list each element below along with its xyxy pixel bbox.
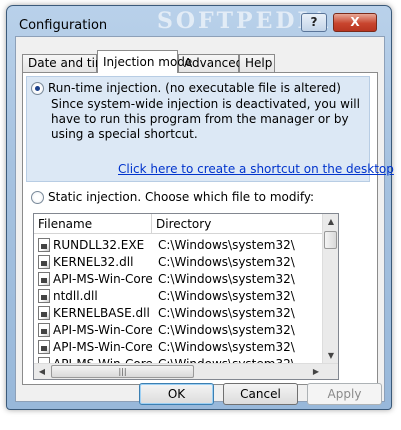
file-list[interactable]: Filename Directory RUNDLL32.EXE C:\Window… — [33, 213, 339, 380]
ok-button[interactable]: OK — [139, 383, 214, 405]
create-shortcut-link[interactable]: Click here to create a shortcut on the d… — [118, 162, 394, 176]
tab-injection-mode[interactable]: Injection mode — [97, 50, 192, 73]
runtime-injection-option[interactable]: Run-time injection. (no executable file … — [31, 81, 341, 95]
scroll-left-arrow-icon[interactable]: ◀ — [34, 364, 50, 379]
filename-cell: KERNEL32.dll — [53, 254, 134, 269]
filename-cell: RUNDLL32.EXE — [53, 237, 145, 252]
directory-cell: C:\Windows\system32\ — [158, 339, 295, 354]
close-button[interactable]: X — [333, 13, 377, 32]
filename-cell: API-MS-Win-Core-... — [53, 271, 152, 286]
runtime-injection-label: Run-time injection. (no executable file … — [48, 81, 341, 95]
scroll-up-arrow-icon[interactable]: ▲ — [323, 214, 338, 230]
table-row[interactable]: KERNELBASE.dll C:\Windows\system32\ — [34, 304, 324, 321]
help-button[interactable]: ? — [301, 13, 327, 32]
file-icon — [38, 254, 50, 269]
vertical-scroll-thumb[interactable] — [324, 231, 337, 249]
table-row[interactable]: RUNDLL32.EXE C:\Windows\system32\ — [34, 236, 324, 253]
file-icon — [38, 339, 50, 354]
directory-cell: C:\Windows\system32\ — [158, 237, 295, 252]
filename-cell: KERNELBASE.dll — [53, 305, 150, 320]
scroll-right-arrow-icon[interactable]: ▶ — [308, 364, 324, 379]
table-row[interactable]: ntdll.dll C:\Windows\system32\ — [34, 287, 324, 304]
file-list-header: Filename Directory — [34, 214, 324, 234]
table-row[interactable]: KERNEL32.dll C:\Windows\system32\ — [34, 253, 324, 270]
static-injection-label: Static injection. Choose which file to m… — [48, 190, 315, 204]
directory-cell: C:\Windows\system32\ — [158, 288, 295, 303]
cancel-button[interactable]: Cancel — [223, 383, 298, 405]
static-injection-radio[interactable] — [31, 190, 44, 204]
file-icon — [38, 271, 50, 286]
table-row[interactable]: API-MS-Win-Core-... C:\Windows\system32\ — [34, 321, 324, 338]
file-list-rows: RUNDLL32.EXE C:\Windows\system32\ KERNEL3… — [34, 236, 324, 372]
horizontal-scroll-thumb[interactable]: ||| — [51, 365, 194, 378]
runtime-injection-radio[interactable] — [31, 81, 44, 95]
directory-cell: C:\Windows\system32\ — [158, 254, 295, 269]
vertical-scrollbar[interactable]: ▲ ▼ — [322, 214, 338, 364]
column-header-filename[interactable]: Filename — [34, 214, 152, 234]
window-title: Configuration — [19, 18, 108, 33]
directory-cell: C:\Windows\system32\ — [158, 322, 295, 337]
tab-date-and-time[interactable]: Date and time — [22, 54, 114, 73]
apply-button[interactable]: Apply — [307, 383, 382, 405]
directory-cell: C:\Windows\system32\ — [158, 271, 295, 286]
injection-mode-panel: Run-time injection. (no executable file … — [22, 72, 394, 385]
directory-cell: C:\Windows\system32\ — [158, 305, 295, 320]
filename-cell: API-MS-Win-Core-... — [53, 322, 152, 337]
file-icon — [38, 305, 50, 320]
table-row[interactable]: API-MS-Win-Core-... C:\Windows\system32\ — [34, 338, 324, 355]
title-bar[interactable]: Configuration SOFTPEDIA ? X — [7, 6, 391, 36]
filename-cell: API-MS-Win-Core-... — [53, 339, 152, 354]
static-injection-option[interactable]: Static injection. Choose which file to m… — [31, 190, 314, 204]
file-icon — [38, 288, 50, 303]
table-row[interactable]: API-MS-Win-Core-... C:\Windows\system32\ — [34, 270, 324, 287]
file-icon — [38, 322, 50, 337]
column-header-directory[interactable]: Directory — [152, 214, 324, 234]
filename-cell: ntdll.dll — [53, 288, 98, 303]
tab-help[interactable]: Help — [239, 54, 275, 73]
horizontal-scrollbar[interactable]: ◀ ||| ▶ — [34, 363, 338, 379]
configuration-window: Configuration SOFTPEDIA ? X Date and tim… — [6, 5, 394, 410]
file-icon — [38, 237, 50, 252]
runtime-description: Since system-wide injection is deactivat… — [51, 97, 360, 141]
dialog-client: Date and time Injection mode Advanced He… — [15, 36, 394, 405]
scroll-down-arrow-icon[interactable]: ▼ — [323, 348, 338, 364]
